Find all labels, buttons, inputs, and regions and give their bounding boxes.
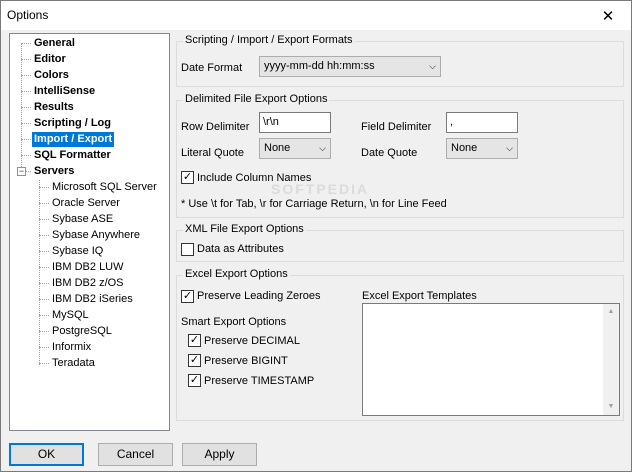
tree-item-teradata[interactable]: Teradata: [50, 356, 97, 371]
apply-button[interactable]: Apply: [182, 443, 257, 466]
tree-item-editor[interactable]: Editor: [32, 52, 68, 67]
excel-group: Excel Export Options ✓ Preserve Leading …: [176, 268, 624, 421]
xml-group-label: XML File Export Options: [183, 223, 306, 235]
checkmark-icon: ✓: [189, 374, 200, 386]
tree-item-oracle[interactable]: Oracle Server: [50, 196, 122, 211]
tree-item-informix[interactable]: Informix: [50, 340, 93, 355]
smart-options-label: Smart Export Options: [181, 316, 287, 328]
row-delimiter-label: Row Delimiter: [181, 121, 250, 133]
tree-item-results[interactable]: Results: [32, 100, 76, 115]
preserve-decimal-checkbox[interactable]: ✓: [188, 334, 201, 347]
templates-listbox[interactable]: ▲ ▼: [362, 303, 620, 416]
delimiter-hint: * Use \t for Tab, \r for Carriage Return…: [181, 198, 447, 210]
checkmark-icon: ✓: [182, 290, 193, 302]
scroll-down-icon[interactable]: ▼: [603, 399, 619, 415]
tree-item-colors[interactable]: Colors: [32, 68, 71, 83]
excel-group-label: Excel Export Options: [183, 268, 290, 280]
tree-item-mssql[interactable]: Microsoft SQL Server: [50, 180, 159, 195]
preserve-leading-label: Preserve Leading Zeroes: [197, 290, 321, 302]
date-quote-value: None: [451, 142, 478, 154]
date-format-label: Date Format: [181, 62, 243, 74]
preserve-bigint-label: Preserve BIGINT: [204, 355, 288, 367]
close-button[interactable]: ✕: [585, 1, 631, 30]
options-window: Options ✕ General Editor Colors IntelliS…: [0, 0, 632, 472]
tree-item-db2-iseries[interactable]: IBM DB2 iSeries: [50, 292, 135, 307]
row-delimiter-value: \r\n: [263, 116, 279, 128]
tree-item-sybase-anywhere[interactable]: Sybase Anywhere: [50, 228, 142, 243]
include-columns-checkbox[interactable]: ✓: [181, 171, 194, 184]
tree-item-sybase-ase[interactable]: Sybase ASE: [50, 212, 115, 227]
options-tree: General Editor Colors IntelliSense Resul…: [9, 33, 170, 431]
close-icon: ✕: [601, 7, 615, 25]
date-format-value: yyyy-mm-dd hh:mm:ss: [264, 60, 375, 72]
tree-item-general[interactable]: General: [32, 36, 77, 51]
checkmark-icon: ✓: [189, 334, 200, 346]
preserve-decimal-label: Preserve DECIMAL: [204, 335, 300, 347]
chevron-down-icon: ⌵: [429, 61, 436, 71]
preserve-timestamp-label: Preserve TIMESTAMP: [204, 375, 315, 387]
window-title: Options: [7, 8, 49, 22]
checkmark-icon: ✓: [189, 354, 200, 366]
title-bar: Options ✕: [1, 1, 631, 30]
tree-item-postgresql[interactable]: PostgreSQL: [50, 324, 114, 339]
tree-item-intellisense[interactable]: IntelliSense: [32, 84, 97, 99]
field-delimiter-label: Field Delimiter: [361, 121, 432, 133]
tree-item-db2-luw[interactable]: IBM DB2 LUW: [50, 260, 126, 275]
checkmark-icon: ✓: [182, 171, 193, 183]
chevron-down-icon: ⌵: [319, 143, 326, 153]
tree-item-scripting-log[interactable]: Scripting / Log: [32, 116, 113, 131]
ok-button[interactable]: OK: [9, 443, 84, 466]
preserve-timestamp-checkbox[interactable]: ✓: [188, 374, 201, 387]
row-delimiter-input[interactable]: \r\n: [259, 112, 331, 133]
tree-item-sybase-iq[interactable]: Sybase IQ: [50, 244, 105, 259]
literal-quote-label: Literal Quote: [181, 147, 244, 159]
delimited-group: Delimited File Export Options Row Delimi…: [176, 93, 624, 218]
formats-group-label: Scripting / Import / Export Formats: [183, 34, 355, 46]
data-as-attributes-checkbox[interactable]: [181, 243, 194, 256]
templates-label: Excel Export Templates: [362, 290, 477, 302]
field-delimiter-value: ,: [450, 116, 454, 128]
tree-item-sql-formatter[interactable]: SQL Formatter: [32, 148, 113, 163]
preserve-bigint-checkbox[interactable]: ✓: [188, 354, 201, 367]
field-delimiter-input[interactable]: ,: [446, 112, 518, 133]
collapse-servers-icon[interactable]: −: [17, 167, 26, 176]
watermark: SOFTPEDIA: [271, 181, 370, 197]
formats-group: Scripting / Import / Export Formats Date…: [176, 34, 624, 87]
literal-quote-value: None: [264, 142, 291, 154]
cancel-button[interactable]: Cancel: [98, 443, 173, 466]
date-format-select[interactable]: yyyy-mm-dd hh:mm:ss ⌵: [259, 56, 441, 77]
literal-quote-select[interactable]: None ⌵: [259, 138, 331, 159]
preserve-leading-checkbox[interactable]: ✓: [181, 290, 194, 303]
data-as-attributes-label: Data as Attributes: [197, 243, 284, 255]
tree-item-db2-zos[interactable]: IBM DB2 z/OS: [50, 276, 126, 291]
date-quote-label: Date Quote: [361, 147, 418, 159]
tree-item-import-export[interactable]: Import / Export: [32, 132, 115, 147]
date-quote-select[interactable]: None ⌵: [446, 138, 518, 159]
chevron-down-icon: ⌵: [506, 143, 513, 153]
templates-scrollbar[interactable]: [603, 320, 619, 399]
tree-item-mysql[interactable]: MySQL: [50, 308, 91, 323]
tree-item-servers[interactable]: Servers: [32, 164, 76, 179]
delimited-group-label: Delimited File Export Options: [183, 93, 330, 105]
xml-group: XML File Export Options Data as Attribut…: [176, 223, 624, 262]
scroll-up-icon[interactable]: ▲: [603, 304, 619, 320]
